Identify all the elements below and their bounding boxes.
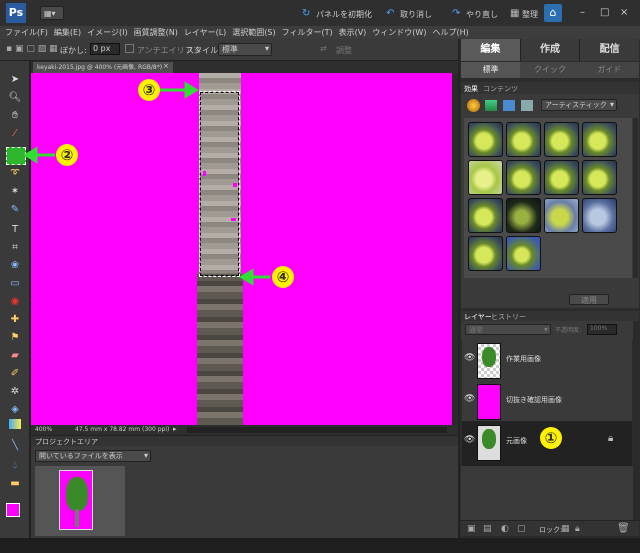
arrow-3-head — [184, 81, 199, 99]
arrow-4-head — [239, 268, 254, 286]
callout-4: ④ — [272, 266, 294, 288]
arrow-2-head — [23, 146, 38, 164]
callout-3: ③ — [138, 79, 160, 101]
callout-2: ② — [56, 144, 78, 166]
annotation-arrows — [23, 81, 270, 286]
callout-1: ① — [540, 427, 562, 449]
